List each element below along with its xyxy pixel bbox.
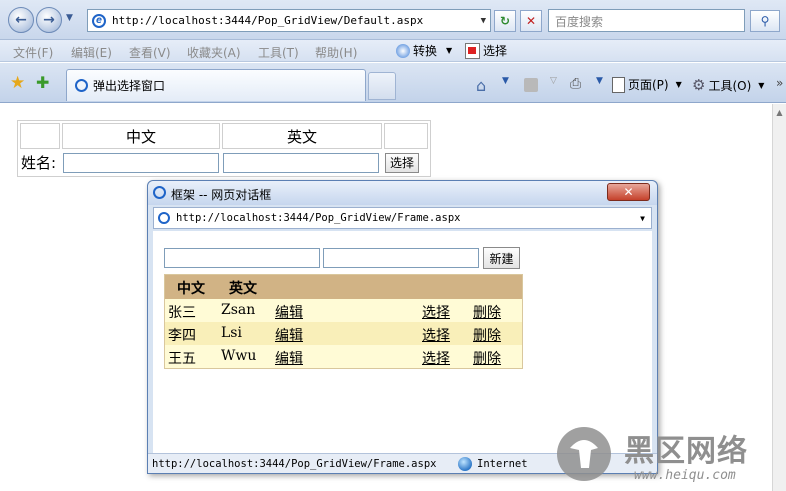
back-button[interactable]: ← (8, 7, 34, 33)
address-bar[interactable]: e http://localhost:3444/Pop_GridView/Def… (87, 9, 491, 32)
forward-button[interactable]: → (36, 7, 62, 33)
ie-icon (75, 79, 88, 92)
row-english-name: Lsi (221, 325, 242, 341)
row-chinese-name: 王五 (168, 351, 196, 367)
header-chinese: 中文 (62, 123, 220, 149)
select-button[interactable]: 选择 (385, 152, 420, 173)
more-icon[interactable]: » (776, 76, 783, 90)
new-button[interactable]: 新建 (483, 247, 520, 269)
chinese-name-input[interactable] (63, 152, 219, 173)
feeds-icon[interactable] (524, 78, 538, 92)
chevron-down-icon[interactable]: ▼ (502, 76, 509, 86)
ie-icon: e (92, 13, 106, 28)
stop-button[interactable]: ✕ (520, 10, 542, 32)
delete-link[interactable]: 删除 (473, 325, 501, 345)
english-name-cell (222, 151, 382, 174)
edit-link[interactable]: 编辑 (275, 325, 303, 345)
print-icon[interactable]: ⎙ (570, 76, 581, 92)
select-cell: 选择 (384, 151, 428, 174)
page-menu-label: 页面(P) (628, 78, 669, 92)
new-chinese-input[interactable] (164, 248, 320, 268)
select-link[interactable]: 选择 (422, 348, 450, 368)
dialog-titlebar[interactable]: 框架 -- 网页对话框 ✕ (148, 181, 657, 205)
watermark: 黑区网络 www.heiqu.com (556, 424, 786, 491)
chevron-down-icon[interactable]: ▽ (550, 76, 557, 86)
outer-table: 中文 英文 姓名: 选择 (17, 120, 431, 177)
grid-header-english: 英文 (229, 281, 257, 297)
address-dropdown-icon[interactable]: ▼ (481, 16, 486, 26)
chevron-down-icon: ▼ (675, 80, 682, 89)
globe-icon (396, 43, 410, 58)
select-link[interactable]: 选择 (422, 302, 450, 322)
tools-menu-label: 工具(O) (708, 78, 752, 93)
menu-file[interactable]: 文件(F) (13, 44, 53, 61)
search-input[interactable]: 百度搜索 (548, 9, 745, 32)
edit-link[interactable]: 编辑 (275, 302, 303, 322)
add-favorite-icon[interactable]: ✚ (36, 73, 49, 92)
ie-icon (158, 212, 170, 224)
empty-header-cell (384, 123, 428, 149)
scroll-up-icon[interactable]: ▲ (773, 108, 786, 117)
page-icon (612, 76, 625, 93)
menu-edit[interactable]: 编辑(E) (71, 44, 112, 61)
table-row: 张三 Zsan 编辑 选择 删除 (165, 299, 522, 322)
menu-tools[interactable]: 工具(T) (258, 44, 299, 61)
table-row: 李四 Lsi 编辑 选择 删除 (165, 322, 522, 345)
refresh-button[interactable]: ↻ (494, 10, 516, 32)
chinese-name-cell (62, 151, 220, 174)
dialog-address-bar[interactable]: http://localhost:3444/Pop_GridView/Frame… (153, 207, 652, 229)
dialog-address-text: http://localhost:3444/Pop_GridView/Frame… (176, 212, 461, 224)
menu-view[interactable]: 查看(V) (129, 44, 171, 61)
chevron-down-icon[interactable]: ▼ (596, 76, 603, 86)
status-url: http://localhost:3444/Pop_GridView/Frame… (152, 458, 437, 470)
menu-favorites[interactable]: 收藏夹(A) (187, 44, 241, 61)
status-zone: Internet (477, 458, 528, 470)
edit-link[interactable]: 编辑 (275, 348, 303, 368)
select-tool-label: 选择 (483, 44, 508, 58)
dialog-body: 新建 中文 英文 张三 Zsan 编辑 选择 删除 李四 Lsi 编辑 选择 删… (153, 231, 652, 453)
table-row: 王五 Wwu 编辑 选择 删除 (165, 345, 522, 368)
delete-link[interactable]: 删除 (473, 302, 501, 322)
grid-header-row: 中文 英文 (165, 275, 522, 299)
address-text: http://localhost:3444/Pop_GridView/Defau… (112, 14, 424, 27)
menu-help[interactable]: 帮助(H) (315, 44, 357, 61)
ie-icon (153, 186, 166, 199)
select-link[interactable]: 选择 (422, 325, 450, 345)
dialog-title: 框架 -- 网页对话框 (171, 188, 272, 202)
grid-header-chinese: 中文 (177, 281, 205, 297)
name-label: 姓名: (21, 154, 57, 172)
chevron-down-icon: ▼ (446, 46, 453, 55)
convert-button[interactable]: 转换 ▼ (396, 42, 452, 59)
tab-title: 弹出选择窗口 (93, 79, 166, 93)
watermark-url: www.heiqu.com (634, 468, 736, 483)
tab-active[interactable]: 弹出选择窗口 (66, 69, 366, 101)
row-english-name: Wwu (221, 348, 257, 364)
delete-link[interactable]: 删除 (473, 348, 501, 368)
row-english-name: Zsan (221, 302, 256, 318)
new-english-input[interactable] (323, 248, 479, 268)
empty-header-cell (20, 123, 60, 149)
chevron-down-icon: ▼ (758, 80, 765, 90)
menu-bar (0, 40, 786, 62)
row-chinese-name: 张三 (168, 305, 196, 321)
gridview: 中文 英文 张三 Zsan 编辑 选择 删除 李四 Lsi 编辑 选择 删除 王… (164, 274, 523, 369)
select-tool-button[interactable]: 选择 (465, 42, 507, 59)
page-menu[interactable]: 页面(P) ▼ (612, 76, 682, 93)
watermark-brand: 黑区网络 (624, 434, 748, 469)
row-chinese-name: 李四 (168, 328, 196, 344)
globe-icon (458, 457, 472, 471)
english-name-input[interactable] (223, 152, 379, 173)
pdf-icon (465, 42, 480, 59)
new-tab-button[interactable] (368, 72, 396, 100)
address-dropdown-icon[interactable]: ▼ (640, 214, 645, 223)
search-button[interactable]: ⚲ (750, 10, 780, 32)
tools-menu[interactable]: ⚙ 工具(O) ▼ (692, 76, 764, 94)
gear-icon: ⚙ (692, 76, 706, 94)
close-button[interactable]: ✕ (607, 183, 650, 201)
history-dropdown-icon[interactable]: ▼ (66, 13, 73, 23)
home-icon[interactable]: ⌂ (476, 76, 486, 95)
favorites-star-icon[interactable]: ★ (10, 73, 25, 93)
convert-label: 转换 (413, 44, 438, 58)
header-english: 英文 (222, 123, 382, 149)
